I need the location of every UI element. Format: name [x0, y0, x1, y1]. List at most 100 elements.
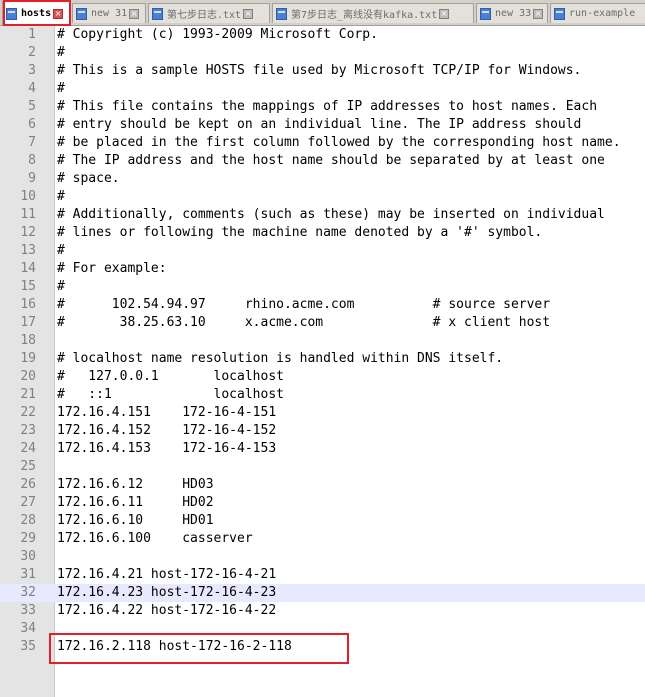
line-number: 6: [28, 117, 36, 132]
tab-label: 第7步日志_离线没有kafka.txt: [291, 10, 438, 21]
editor-line[interactable]: 1 # Copyright (c) 1993-2009 Microsoft Cor…: [0, 26, 645, 44]
close-icon[interactable]: ×: [129, 8, 140, 19]
editor-line[interactable]: 16 # 102.54.94.97 rhino.acme.com # source…: [0, 296, 645, 314]
tab-label: new 33: [495, 8, 532, 19]
line-text: #: [57, 279, 65, 294]
editor-line[interactable]: 5 # This file contains the mappings of IP…: [0, 98, 645, 116]
editor-line[interactable]: 14 # For example:: [0, 260, 645, 278]
line-number: 9: [28, 171, 36, 186]
line-text: 172.16.6.100 casserver: [57, 531, 253, 546]
editor-line[interactable]: 29 172.16.6.100 casserver: [0, 530, 645, 548]
file-icon: [76, 7, 87, 20]
line-text: # For example:: [57, 261, 167, 276]
line-text: # This file contains the mappings of IP …: [57, 99, 598, 114]
line-number: 4: [28, 81, 36, 96]
editor-line[interactable]: 31 172.16.4.21 host-172-16-4-21: [0, 566, 645, 584]
line-text: # localhost name resolution is handled w…: [57, 351, 504, 366]
editor-line[interactable]: 26 172.16.6.12 HD03: [0, 476, 645, 494]
line-text: # be placed in the first column followed…: [57, 135, 621, 150]
line-text: #: [57, 81, 65, 96]
editor-line[interactable]: 21 # ::1 localhost: [0, 386, 645, 404]
editor-line[interactable]: 25: [0, 458, 645, 476]
tab-new-33[interactable]: new 33 ×: [476, 3, 548, 23]
editor-line[interactable]: 32 172.16.4.23 host-172-16-4-23: [0, 584, 645, 602]
line-text: # The IP address and the host name shoul…: [57, 153, 605, 168]
tab-run-example[interactable]: run-example: [550, 3, 645, 23]
line-number: 20: [20, 369, 36, 384]
editor-line[interactable]: 15 #: [0, 278, 645, 296]
line-number: 5: [28, 99, 36, 114]
line-text: 172.16.6.12 HD03: [57, 477, 214, 492]
line-text: # lines or following the machine name de…: [57, 225, 543, 240]
tab-new-31[interactable]: new 31 ×: [72, 3, 146, 23]
editor-line[interactable]: 8 # The IP address and the host name shou…: [0, 152, 645, 170]
line-text: #: [57, 189, 65, 204]
tab-label: new 31: [91, 8, 128, 19]
tab-label: run-example: [569, 8, 636, 19]
line-text: #: [57, 45, 65, 60]
editor-line[interactable]: 19 # localhost name resolution is handled…: [0, 350, 645, 368]
line-text: # Additionally, comments (such as these)…: [57, 207, 605, 222]
line-text: 172.16.4.151 172-16-4-151: [57, 405, 277, 420]
file-icon: [152, 7, 163, 20]
file-icon: [480, 7, 491, 20]
close-icon[interactable]: ×: [243, 8, 254, 19]
line-number: 26: [20, 477, 36, 492]
line-text: # ::1 localhost: [57, 387, 284, 402]
editor-line[interactable]: 20 # 127.0.0.1 localhost: [0, 368, 645, 386]
close-icon[interactable]: ×: [439, 8, 450, 19]
annotation-box-line-35: [49, 633, 349, 664]
editor-line[interactable]: 6 # entry should be kept on an individual…: [0, 116, 645, 134]
editor-line[interactable]: 7 # be placed in the first column followe…: [0, 134, 645, 152]
line-text: # space.: [57, 171, 120, 186]
line-text: # entry should be kept on an individual …: [57, 117, 582, 132]
editor-line[interactable]: 11 # Additionally, comments (such as thes…: [0, 206, 645, 224]
tab-step7-log[interactable]: 第七步日志.txt ×: [148, 3, 270, 23]
line-number: 30: [20, 549, 36, 564]
editor-line[interactable]: 18: [0, 332, 645, 350]
line-text: 172.16.4.153 172-16-4-153: [57, 441, 277, 456]
line-number: 32: [20, 585, 36, 600]
line-number: 14: [20, 261, 36, 276]
editor-line[interactable]: 30: [0, 548, 645, 566]
line-number: 15: [20, 279, 36, 294]
line-number: 31: [20, 567, 36, 582]
annotation-box-hosts-tab: [3, 0, 71, 26]
line-text: 172.16.4.152 172-16-4-152: [57, 423, 277, 438]
line-number: 33: [20, 603, 36, 618]
editor-line[interactable]: 10 #: [0, 188, 645, 206]
tab-bar: hosts × new 31 × 第七步日志.txt × 第7步日志_离线没有k…: [0, 0, 645, 26]
tab-step7-offline-log[interactable]: 第7步日志_离线没有kafka.txt ×: [272, 3, 474, 23]
editor-line[interactable]: 27 172.16.6.11 HD02: [0, 494, 645, 512]
line-text: # Copyright (c) 1993-2009 Microsoft Corp…: [57, 27, 378, 42]
editor-line[interactable]: 23 172.16.4.152 172-16-4-152: [0, 422, 645, 440]
line-number: 35: [20, 639, 36, 654]
editor-line[interactable]: 33 172.16.4.22 host-172-16-4-22: [0, 602, 645, 620]
editor-line[interactable]: 9 # space.: [0, 170, 645, 188]
line-text: # This is a sample HOSTS file used by Mi…: [57, 63, 582, 78]
line-number: 7: [28, 135, 36, 150]
editor-line[interactable]: 17 # 38.25.63.10 x.acme.com # x client ho…: [0, 314, 645, 332]
line-number: 25: [20, 459, 36, 474]
line-number: 27: [20, 495, 36, 510]
line-number: 24: [20, 441, 36, 456]
editor-line[interactable]: 2 #: [0, 44, 645, 62]
line-number: 34: [20, 621, 36, 636]
line-number: 23: [20, 423, 36, 438]
line-text: # 127.0.0.1 localhost: [57, 369, 284, 384]
tab-label: 第七步日志.txt: [167, 10, 242, 21]
line-number: 19: [20, 351, 36, 366]
editor-line[interactable]: 24 172.16.4.153 172-16-4-153: [0, 440, 645, 458]
close-icon[interactable]: ×: [533, 8, 544, 19]
editor-line[interactable]: 22 172.16.4.151 172-16-4-151: [0, 404, 645, 422]
editor-line[interactable]: 28 172.16.6.10 HD01: [0, 512, 645, 530]
line-number: 1: [28, 27, 36, 42]
editor-line[interactable]: 12 # lines or following the machine name …: [0, 224, 645, 242]
editor-line[interactable]: 3 # This is a sample HOSTS file used by M…: [0, 62, 645, 80]
line-text: 172.16.6.10 HD01: [57, 513, 214, 528]
line-text: 172.16.4.21 host-172-16-4-21: [57, 567, 277, 582]
line-number: 2: [28, 45, 36, 60]
line-number: 3: [28, 63, 36, 78]
editor-line[interactable]: 4 #: [0, 80, 645, 98]
editor-line[interactable]: 13 #: [0, 242, 645, 260]
